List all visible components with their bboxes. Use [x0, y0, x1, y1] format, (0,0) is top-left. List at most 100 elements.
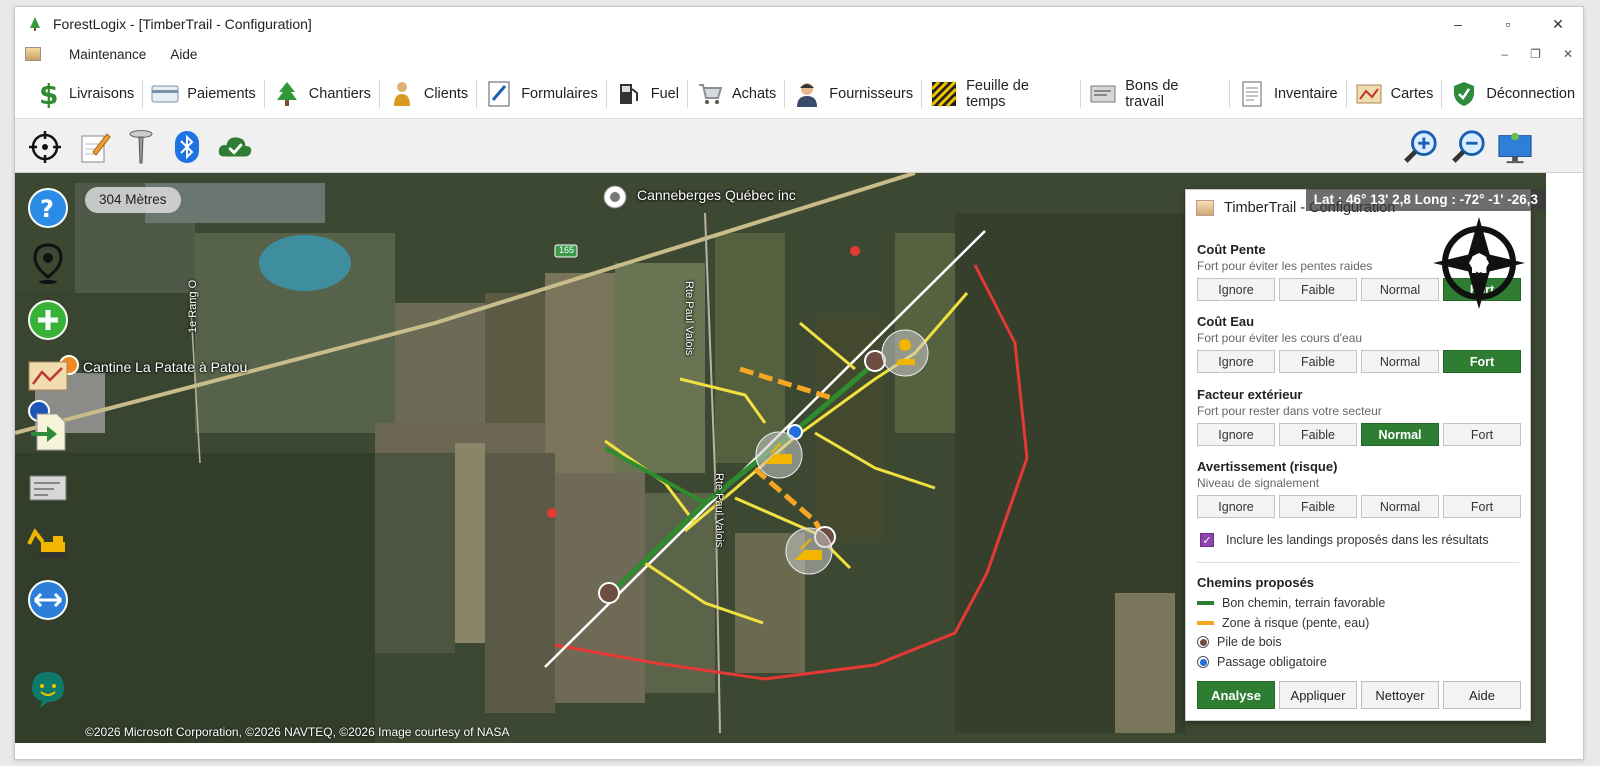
legend-item: Zone à risque (pente, eau) [1197, 616, 1369, 630]
window-title: ForestLogix - [TimberTrail - Configurati… [53, 16, 312, 32]
nav-livraisons[interactable]: $ Livraisons [25, 74, 142, 114]
legend-label: Pile de bois [1217, 635, 1282, 649]
nav-label: Feuille de temps [966, 77, 1029, 110]
section-subtitle: Fort pour éviter les cours d'eau [1197, 331, 1363, 345]
option-faible-button[interactable]: Faible [1279, 423, 1357, 446]
menu-bar: Maintenance Aide – ❐ ✕ [15, 41, 1583, 67]
map-layer-icon[interactable] [27, 355, 69, 397]
import-icon[interactable] [27, 411, 69, 453]
nav-label: Bons de travail [1125, 77, 1179, 110]
map-icon [1355, 80, 1383, 108]
road-label: Rte Paul Valois [713, 473, 725, 548]
assistant-icon[interactable] [27, 669, 69, 711]
section-title: Coût Eau [1197, 314, 1255, 329]
fuel-pump-icon [615, 80, 643, 108]
dollar-icon: $ [33, 80, 61, 108]
nav-bons-de-travail[interactable]: Bons de travail [1081, 74, 1229, 114]
location-pin-icon[interactable] [27, 243, 69, 285]
cart-icon [696, 80, 724, 108]
bluetooth-icon[interactable] [169, 129, 205, 165]
divider [1197, 562, 1519, 563]
help-icon[interactable]: ? [27, 187, 69, 229]
option-fort-button[interactable]: Fort [1443, 423, 1521, 446]
display-monitor-icon[interactable] [1497, 129, 1533, 165]
mdi-minimize-button[interactable]: – [1501, 47, 1508, 61]
nav-fuel[interactable]: Fuel [607, 74, 687, 114]
nav-fournisseurs[interactable]: Fournisseurs [785, 74, 921, 114]
gps-antenna-icon[interactable] [123, 129, 159, 165]
mdi-close-button[interactable]: ✕ [1563, 47, 1573, 61]
nav-chantiers[interactable]: Chantiers [265, 74, 379, 114]
checkbox-box[interactable]: ✓ [1200, 533, 1214, 547]
appliquer-button[interactable]: Appliquer [1279, 681, 1357, 709]
option-group: IgnoreFaibleNormalFort [1197, 495, 1521, 518]
legend-item: Pile de bois [1197, 635, 1282, 649]
menu-aide[interactable]: Aide [170, 47, 197, 62]
module-nav-bar: $ Livraisons Paiements Chantiers Clients… [15, 69, 1583, 119]
title-bar: ForestLogix - [TimberTrail - Configurati… [15, 7, 1583, 41]
option-ignore-button[interactable]: Ignore [1197, 278, 1275, 301]
map-toolbar [15, 119, 1583, 173]
zoom-in-icon[interactable] [1403, 129, 1439, 165]
timesheet-icon [930, 80, 958, 108]
option-normal-button[interactable]: Normal [1361, 423, 1439, 446]
pan-arrows-icon[interactable] [27, 579, 69, 621]
map-view[interactable]: 304 Mètres Lat : 46° 13' 2,8 Long : -72°… [15, 173, 1546, 743]
add-icon[interactable] [27, 299, 69, 341]
nav-achats[interactable]: Achats [688, 74, 784, 114]
close-button[interactable]: ✕ [1533, 7, 1583, 41]
nav-inventaire[interactable]: Inventaire [1230, 74, 1346, 114]
person-icon [388, 80, 416, 108]
tree-icon [273, 80, 301, 108]
mdi-child-icon[interactable] [25, 47, 41, 61]
option-ignore-button[interactable]: Ignore [1197, 495, 1275, 518]
nav-label: Paiements [187, 85, 256, 102]
option-fort-button[interactable]: Fort [1443, 350, 1521, 373]
excavator-icon[interactable] [27, 523, 69, 565]
maximize-button[interactable]: ▫ [1483, 7, 1533, 41]
highway-shield: 165 [559, 245, 575, 255]
legend-marker [1197, 636, 1209, 648]
compass-north-label: N [1470, 254, 1488, 279]
nav-formulaires[interactable]: Formulaires [477, 74, 606, 114]
nav-clients[interactable]: Clients [380, 74, 476, 114]
poi-label[interactable]: Cantine La Patate à Patou [83, 359, 247, 375]
section-title: Coût Pente [1197, 242, 1266, 257]
poi-label[interactable]: Canneberges Québec inc [637, 187, 796, 203]
menu-maintenance[interactable]: Maintenance [69, 47, 146, 62]
legend-label: Zone à risque (pente, eau) [1222, 616, 1370, 630]
mdi-restore-button[interactable]: ❐ [1530, 47, 1541, 61]
analyse-button[interactable]: Analyse [1197, 681, 1275, 709]
nav-feuille-de-temps[interactable]: Feuille de temps [922, 74, 1080, 114]
checkbox-label: Inclure les landings proposés dans les r… [1226, 533, 1489, 547]
map-icon [1196, 200, 1214, 216]
edit-note-icon[interactable] [77, 129, 113, 165]
option-ignore-button[interactable]: Ignore [1197, 350, 1275, 373]
nav-label: Achats [731, 85, 777, 102]
legend-title: Chemins proposés [1197, 575, 1315, 590]
aide-button[interactable]: Aide [1443, 681, 1521, 709]
legend-item: Bon chemin, terrain favorable [1197, 596, 1385, 610]
nav-paiements[interactable]: Paiements [143, 74, 264, 114]
zoom-out-icon[interactable] [1451, 129, 1487, 165]
option-faible-button[interactable]: Faible [1279, 278, 1357, 301]
include-landings-checkbox[interactable]: ✓ Inclure les landings proposés dans les … [1200, 533, 1489, 547]
option-fort-button[interactable]: Fort [1443, 495, 1521, 518]
minimize-button[interactable]: – [1433, 7, 1483, 41]
option-faible-button[interactable]: Faible [1279, 350, 1357, 373]
option-normal-button[interactable]: Normal [1361, 350, 1439, 373]
form-icon [485, 80, 513, 108]
inventory-icon [1238, 80, 1266, 108]
option-ignore-button[interactable]: Ignore [1197, 423, 1275, 446]
legend-label: Passage obligatoire [1217, 655, 1327, 669]
option-normal-button[interactable]: Normal [1361, 278, 1439, 301]
option-normal-button[interactable]: Normal [1361, 495, 1439, 518]
option-faible-button[interactable]: Faible [1279, 495, 1357, 518]
gps-target-icon[interactable] [27, 129, 63, 165]
section-subtitle: Fort pour rester dans votre secteur [1197, 404, 1382, 418]
nav-deconnection[interactable]: Déconnection [1442, 74, 1583, 114]
nettoyer-button[interactable]: Nettoyer [1361, 681, 1439, 709]
nav-cartes[interactable]: Cartes [1347, 74, 1442, 114]
work-order-icon[interactable] [27, 467, 69, 509]
cloud-sync-icon[interactable] [217, 129, 253, 165]
